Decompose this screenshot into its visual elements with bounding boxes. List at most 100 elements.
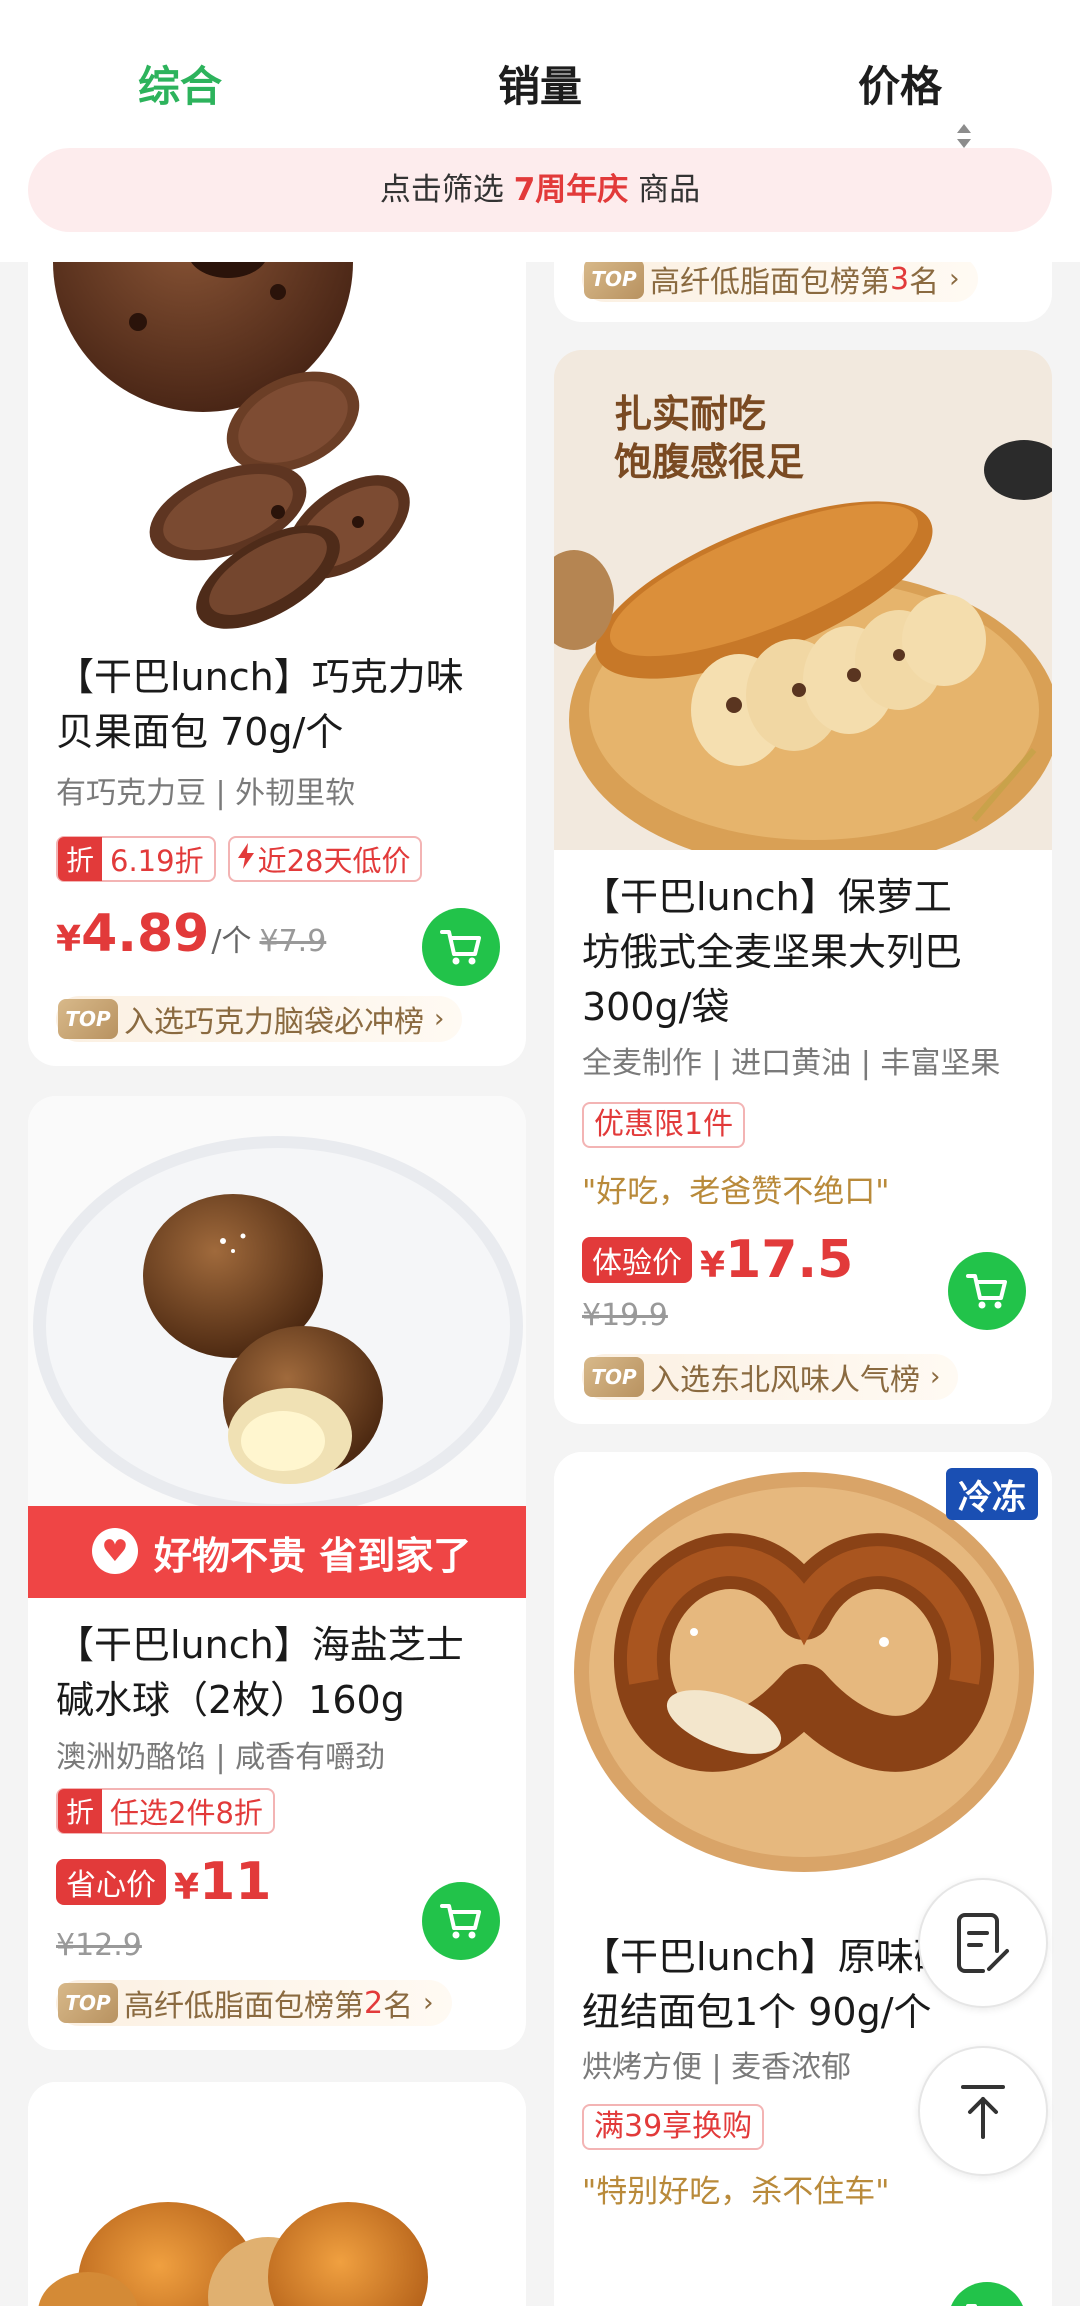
discount-text: 6.19折 <box>110 844 204 878</box>
limit-tag: 优惠限1件 <box>582 1102 746 1148</box>
add-to-cart-button[interactable] <box>948 1252 1026 1330</box>
price-badge: 体验价 <box>582 1237 692 1283</box>
anniversary-filter-bar[interactable]: 点击筛选 7周年庆 商品 <box>28 148 1052 232</box>
lightning-icon <box>237 842 254 876</box>
top-badge: TOP <box>58 999 118 1039</box>
product-title[interactable]: 【干巴lunch】海盐芝士 碱水球（2枚）160g <box>56 1618 464 1728</box>
original-price: ¥7.9 <box>259 924 327 959</box>
product-card-bagel[interactable]: 【干巴lunch】巧克力味 贝果面包 70g/个 有巧克力豆 | 外韧里软 折 … <box>28 212 526 1066</box>
title-line: 300g/袋 <box>582 985 730 1029</box>
add-to-cart-button[interactable] <box>948 2282 1026 2306</box>
cheese-ball-image[interactable] <box>28 1096 526 1506</box>
discount-text: 任选2件8折 <box>110 1796 263 1830</box>
tab-comprehensive[interactable]: 综合 <box>138 52 222 122</box>
add-to-cart-button[interactable] <box>422 908 500 986</box>
promo-tags: 折 6.19折 近28天低价 <box>56 836 423 882</box>
title-line: 【干巴lunch】保萝工 <box>582 875 952 919</box>
add-to-cart-button[interactable] <box>422 1882 500 1960</box>
current-price: ¥17.5 <box>700 1230 853 1290</box>
notes-edit-button[interactable] <box>918 1878 1048 2008</box>
tab-price[interactable]: 价格 <box>858 52 942 122</box>
product-title[interactable]: 【干巴lunch】保萝工 坊俄式全麦坚果大列巴 300g/袋 <box>582 870 962 1035</box>
promo-banner[interactable]: ♥ 好物不贵 省到家了 <box>28 1506 526 1598</box>
filter-suffix: 商品 <box>638 172 701 208</box>
rank-text: 入选东北风味人气榜 <box>650 1363 920 1398</box>
price-row: 省心价 ¥11 <box>56 1852 271 1912</box>
rank-prefix: 高纤低脂面包榜第 <box>124 1989 364 2024</box>
current-price: ¥11 <box>174 1852 271 1912</box>
product-card-lieba[interactable]: 扎实耐吃 饱腹感很足 【干巴lunch】保萝工 坊俄式全麦坚果大列巴 300g/… <box>554 350 1052 1424</box>
discount-tag: 折 任选2件8折 <box>56 1788 275 1834</box>
rank-badge[interactable]: TOP 高纤低脂面包榜第 3 名 › <box>582 256 978 302</box>
top-badge: TOP <box>584 259 644 299</box>
rank-suffix: 名 <box>383 1989 414 2024</box>
title-line: 碱水球（2枚）160g <box>56 1678 405 1722</box>
title-line: 【干巴lunch】巧克力味 <box>56 655 464 699</box>
cart-icon <box>966 1274 1007 1309</box>
lowest-price-tag: 近28天低价 <box>227 836 423 882</box>
chevron-right-icon: › <box>930 1362 941 1392</box>
bagel-image[interactable] <box>28 212 526 632</box>
price-symbol: ¥ <box>700 1245 726 1286</box>
buns-image[interactable] <box>28 2082 526 2306</box>
rank-badge[interactable]: TOP 入选巧克力脑袋必冲榜 › <box>56 996 463 1042</box>
price-row: ¥4.89 /个 ¥7.9 <box>56 904 326 964</box>
product-title[interactable]: 【干巴lunch】巧克力味 贝果面包 70g/个 <box>56 650 464 760</box>
title-line: 纽结面包1个 90g/个 <box>582 1990 932 2034</box>
lieba-image[interactable]: 扎实耐吃 饱腹感很足 <box>554 350 1052 850</box>
discount-tag: 折 6.19折 <box>56 836 216 882</box>
sort-tabs: 综合 销量 价格 <box>0 52 1080 148</box>
product-card-buns[interactable] <box>28 2082 526 2306</box>
product-subtitle: 有巧克力豆 | 外韧里软 <box>56 776 356 811</box>
price-row: 体验价 ¥17.5 <box>582 1230 853 1290</box>
product-card-cheese-ball[interactable]: ♥ 好物不贵 省到家了 【干巴lunch】海盐芝士 碱水球（2枚）160g 澳洲… <box>28 1096 526 2050</box>
rank-badge[interactable]: TOP 入选东北风味人气榜 › <box>582 1354 959 1400</box>
chevron-right-icon: › <box>434 1004 445 1034</box>
price-value: 11 <box>199 1852 272 1912</box>
price-badge: 省心价 <box>56 1859 166 1905</box>
header: 综合 销量 价格 点击筛选 7周年庆 商品 <box>0 0 1080 262</box>
current-price: ¥4.89 <box>56 904 209 964</box>
frozen-badge: 冷冻 <box>946 1468 1038 1520</box>
image-text-line: 饱腹感很足 <box>614 440 805 484</box>
tab-sales[interactable]: 销量 <box>498 52 582 122</box>
price-symbol: ¥ <box>174 1867 200 1908</box>
top-badge: TOP <box>584 1357 644 1397</box>
title-line: 【干巴lunch】海盐芝士 <box>56 1623 464 1667</box>
review-quote: "特别好吃，杀不住车" <box>582 2174 890 2210</box>
promo-tags: 折 任选2件8折 <box>56 1788 275 1834</box>
filter-highlight: 7周年庆 <box>513 172 629 208</box>
discount-icon: 折 <box>58 837 102 881</box>
image-text-line: 扎实耐吃 <box>614 392 767 436</box>
cart-icon <box>966 2304 978 2306</box>
rank-text: 入选巧克力脑袋必冲榜 <box>124 1005 424 1040</box>
price-value: 17.5 <box>725 1230 854 1290</box>
review-quote: "好吃，老爸赞不绝口" <box>582 1174 890 1210</box>
filter-prefix: 点击筛选 <box>379 172 504 208</box>
product-subtitle: 澳洲奶酪馅 | 咸香有嚼劲 <box>56 1740 386 1775</box>
pretzel-image[interactable]: 冷冻 <box>554 1452 1052 1902</box>
original-price: ¥19.9 <box>582 1298 668 1333</box>
title-line: 贝果面包 70g/个 <box>56 710 344 754</box>
notes-edit-icon <box>957 1913 1009 1973</box>
discount-icon: 折 <box>58 1789 102 1833</box>
title-line: 坊俄式全麦坚果大列巴 <box>582 930 963 974</box>
original-price: ¥12.9 <box>56 1928 142 1963</box>
rank-number: 2 <box>364 1985 384 2021</box>
back-to-top-icon <box>961 2085 1005 2139</box>
banner-text: 好物不贵 省到家了 <box>154 1533 472 1578</box>
rank-suffix: 名 <box>909 265 940 300</box>
chevron-right-icon: › <box>949 264 960 294</box>
image-overlay-text: 扎实耐吃 饱腹感很足 <box>614 390 804 486</box>
cart-icon <box>440 1904 481 1939</box>
back-to-top-button[interactable] <box>918 2046 1048 2176</box>
lowest-price-text: 近28天低价 <box>257 844 411 878</box>
rank-prefix: 高纤低脂面包榜第 <box>650 265 890 300</box>
rank-badge[interactable]: TOP 高纤低脂面包榜第 2 名 › <box>56 1980 452 2026</box>
top-badge: TOP <box>58 1983 118 2023</box>
heart-icon: ♥ <box>92 1528 138 1574</box>
exchange-tag: 满39享换购 <box>582 2104 765 2150</box>
rank-number: 3 <box>890 261 910 297</box>
cart-icon <box>440 930 481 965</box>
chevron-right-icon: › <box>423 1988 434 2018</box>
